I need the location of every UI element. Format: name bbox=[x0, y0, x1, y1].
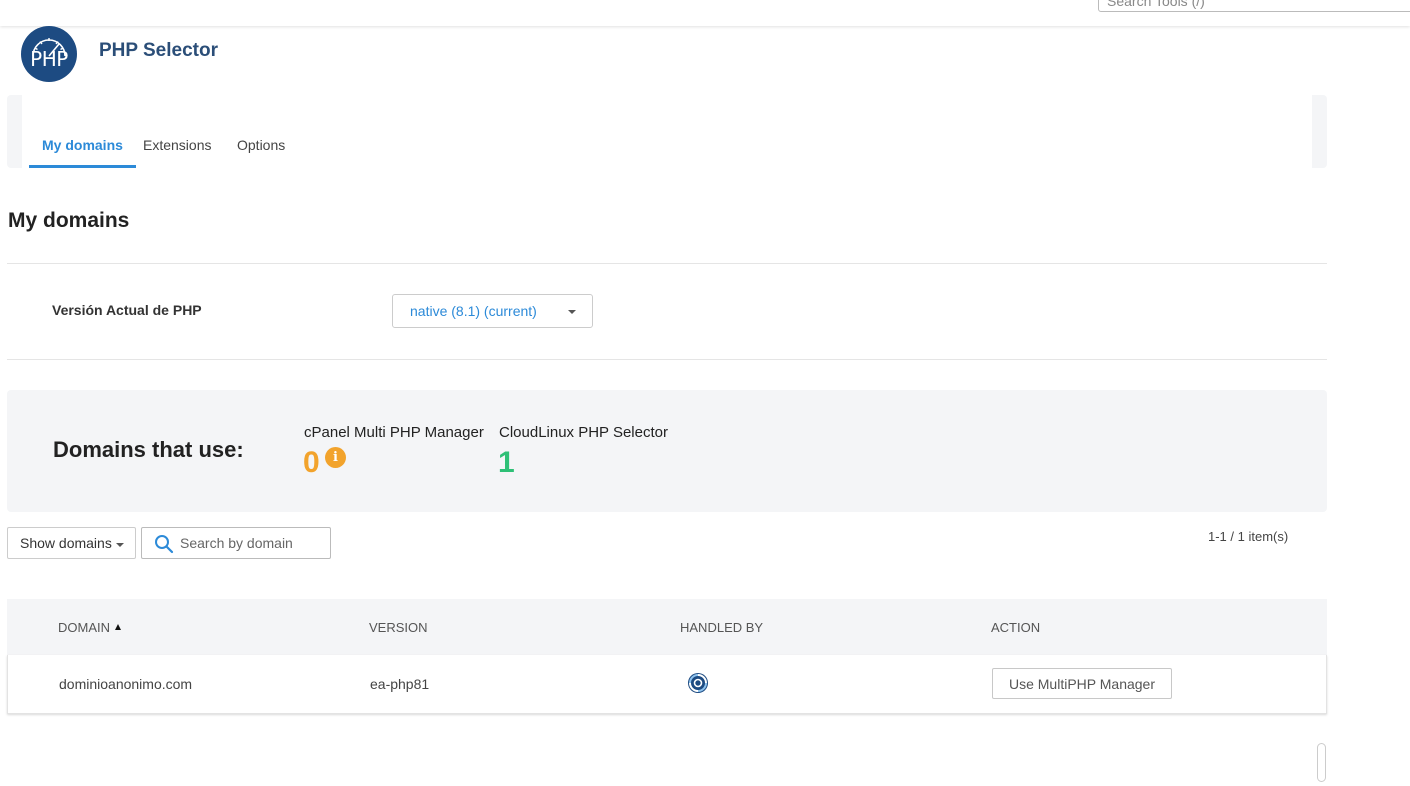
domain-cell: dominioanonimo.com bbox=[59, 676, 193, 692]
version-cell: ea-php81 bbox=[370, 676, 430, 692]
table-header: DOMAIN VERSION HANDLED BY ACTION bbox=[7, 599, 1327, 655]
tab-bar: My domains Extensions Options bbox=[22, 95, 1312, 168]
tab-my-domains[interactable]: My domains bbox=[29, 133, 136, 168]
php-selector-count: 1 bbox=[498, 446, 515, 479]
column-header-handled-by: HANDLED BY bbox=[680, 620, 764, 635]
scroll-handle[interactable] bbox=[1317, 743, 1326, 782]
tab-options[interactable]: Options bbox=[224, 133, 298, 168]
cpanel-multiphp-icon bbox=[688, 673, 708, 693]
page-title: PHP Selector bbox=[99, 40, 218, 61]
usage-heading: Domains that use: bbox=[53, 437, 244, 462]
column-header-domain[interactable]: DOMAIN bbox=[58, 620, 121, 635]
php-version-value: native (8.1) (current) bbox=[410, 303, 537, 319]
multiphp-manager-label: cPanel Multi PHP Manager bbox=[304, 424, 484, 441]
pagination-info: 1-1 / 1 item(s) bbox=[1208, 529, 1289, 544]
domains-usage-card: Domains that use: cPanel Multi PHP Manag… bbox=[7, 390, 1327, 512]
show-domains-dropdown[interactable]: Show domains bbox=[7, 527, 136, 559]
table-row: dominioanonimo.com ea-php81 Use MultiPHP… bbox=[7, 655, 1327, 714]
section-title: My domains bbox=[8, 209, 130, 232]
tab-extensions[interactable]: Extensions bbox=[130, 133, 224, 168]
divider bbox=[7, 263, 1327, 264]
column-header-action: ACTION bbox=[991, 620, 1041, 635]
php-version-label: Versión Actual de PHP bbox=[52, 302, 202, 318]
info-icon[interactable]: i bbox=[325, 447, 346, 468]
divider bbox=[7, 359, 1327, 360]
php-version-select[interactable]: native (8.1) (current) bbox=[392, 294, 593, 328]
show-domains-label: Show domains bbox=[20, 535, 112, 551]
chevron-down-icon bbox=[568, 310, 576, 314]
domain-search-input[interactable] bbox=[180, 532, 325, 554]
multiphp-manager-count: 0 bbox=[303, 446, 320, 479]
use-multiphp-manager-button[interactable]: Use MultiPHP Manager bbox=[992, 668, 1172, 699]
caret-down-icon bbox=[116, 543, 124, 547]
sort-asc-icon bbox=[115, 624, 121, 630]
tabs-card: My domains Extensions Options bbox=[7, 95, 1327, 168]
search-icon bbox=[155, 535, 174, 554]
domain-search-box[interactable] bbox=[141, 527, 331, 559]
tools-search-input[interactable]: Search Tools (/) bbox=[1098, 0, 1410, 12]
column-header-label: DOMAIN bbox=[58, 620, 110, 635]
logo-text: PHP bbox=[30, 47, 68, 71]
top-bar: Search Tools (/) bbox=[0, 0, 1410, 26]
column-header-version: VERSION bbox=[369, 620, 428, 635]
php-selector-label: CloudLinux PHP Selector bbox=[499, 424, 668, 441]
php-logo-icon: PHP bbox=[21, 26, 77, 82]
